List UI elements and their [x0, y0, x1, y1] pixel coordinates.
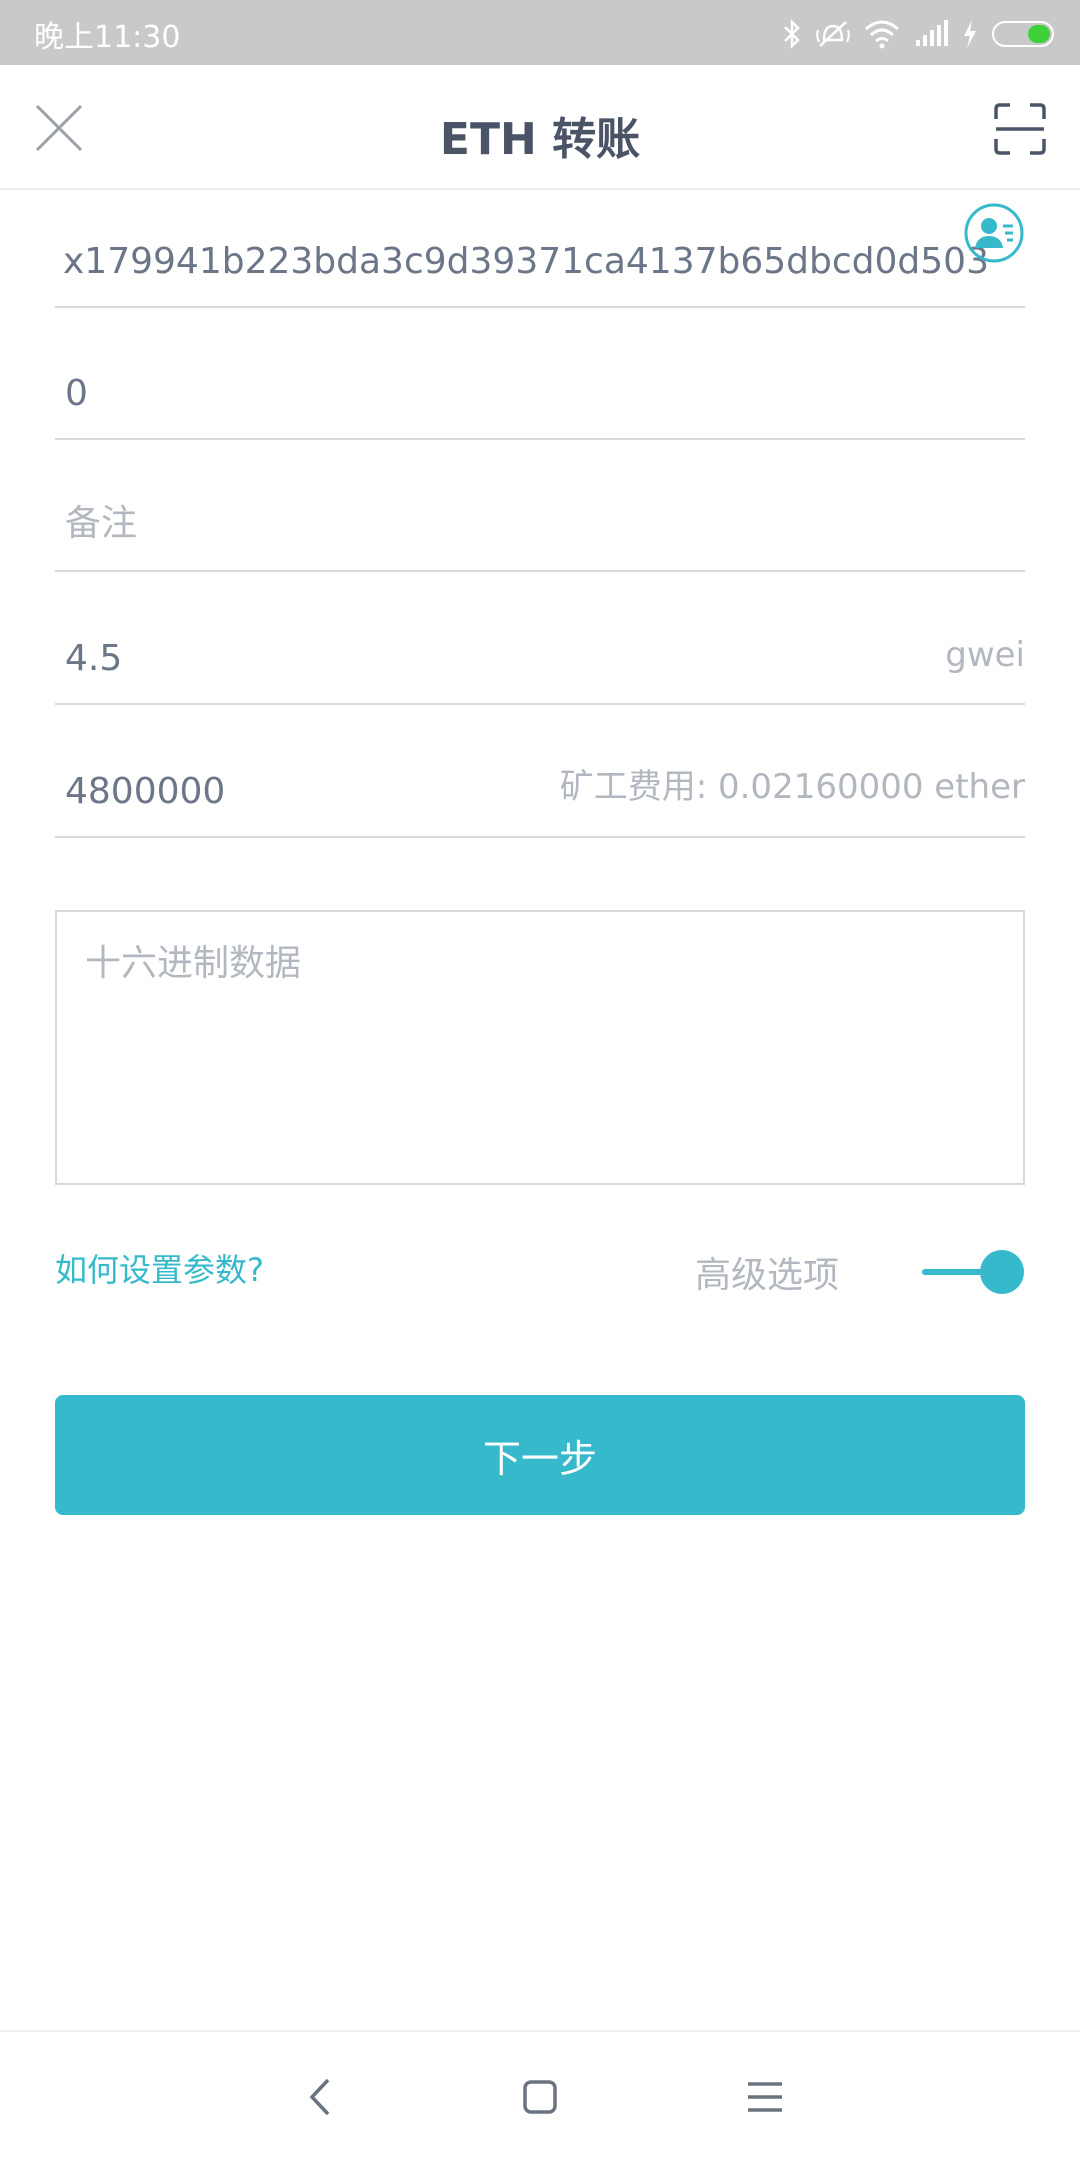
bluetooth-icon [784, 18, 800, 50]
gas-price-field[interactable]: 4.5 gwei [55, 573, 1025, 705]
contact-book-icon[interactable] [963, 202, 1025, 264]
gas-price-value: 4.5 [65, 638, 123, 679]
header: ETH 转账 [0, 65, 1080, 190]
memo-field[interactable]: 备注 [55, 440, 1025, 572]
status-icons [782, 14, 1054, 54]
back-icon[interactable] [296, 2072, 346, 2122]
system-nav-bar [0, 2030, 1080, 2160]
miner-fee: 矿工费用: 0.02160000 ether [559, 767, 1025, 807]
amount-value: 0 [65, 373, 88, 414]
battery-icon [992, 21, 1054, 47]
address-value: x179941b223bda3c9d39371ca4137b65dbcd0d50… [63, 241, 989, 282]
status-bar: 晚上11:30 [0, 0, 1080, 65]
status-time: 晚上11:30 [34, 20, 181, 55]
gas-price-unit: gwei [945, 635, 1025, 675]
toggle-thumb [980, 1250, 1024, 1294]
advanced-options-label: 高级选项 [695, 1255, 840, 1296]
memo-placeholder: 备注 [65, 503, 138, 544]
hex-data-textarea[interactable]: 十六进制数据 [55, 910, 1025, 1185]
advanced-options-toggle[interactable] [920, 1250, 1024, 1294]
amount-field[interactable]: 0 [55, 308, 1025, 440]
mute-icon [816, 21, 850, 47]
charging-icon [964, 20, 976, 48]
hex-data-placeholder: 十六进制数据 [85, 943, 302, 984]
address-field[interactable]: x179941b223bda3c9d39371ca4137b65dbcd0d50… [55, 176, 1025, 308]
help-link[interactable]: 如何设置参数? [55, 1245, 264, 1291]
scan-icon[interactable] [994, 103, 1046, 155]
battery-level [1028, 25, 1050, 43]
signal-icon [916, 20, 948, 46]
gas-limit-field[interactable]: 4800000 矿工费用: 0.02160000 ether [55, 706, 1025, 838]
menu-icon[interactable] [740, 2072, 790, 2122]
home-icon[interactable] [515, 2072, 565, 2122]
next-button[interactable]: 下一步 [55, 1395, 1025, 1515]
gas-limit-value: 4800000 [65, 771, 226, 812]
wifi-icon [865, 20, 899, 49]
page-title: ETH 转账 [439, 114, 641, 165]
